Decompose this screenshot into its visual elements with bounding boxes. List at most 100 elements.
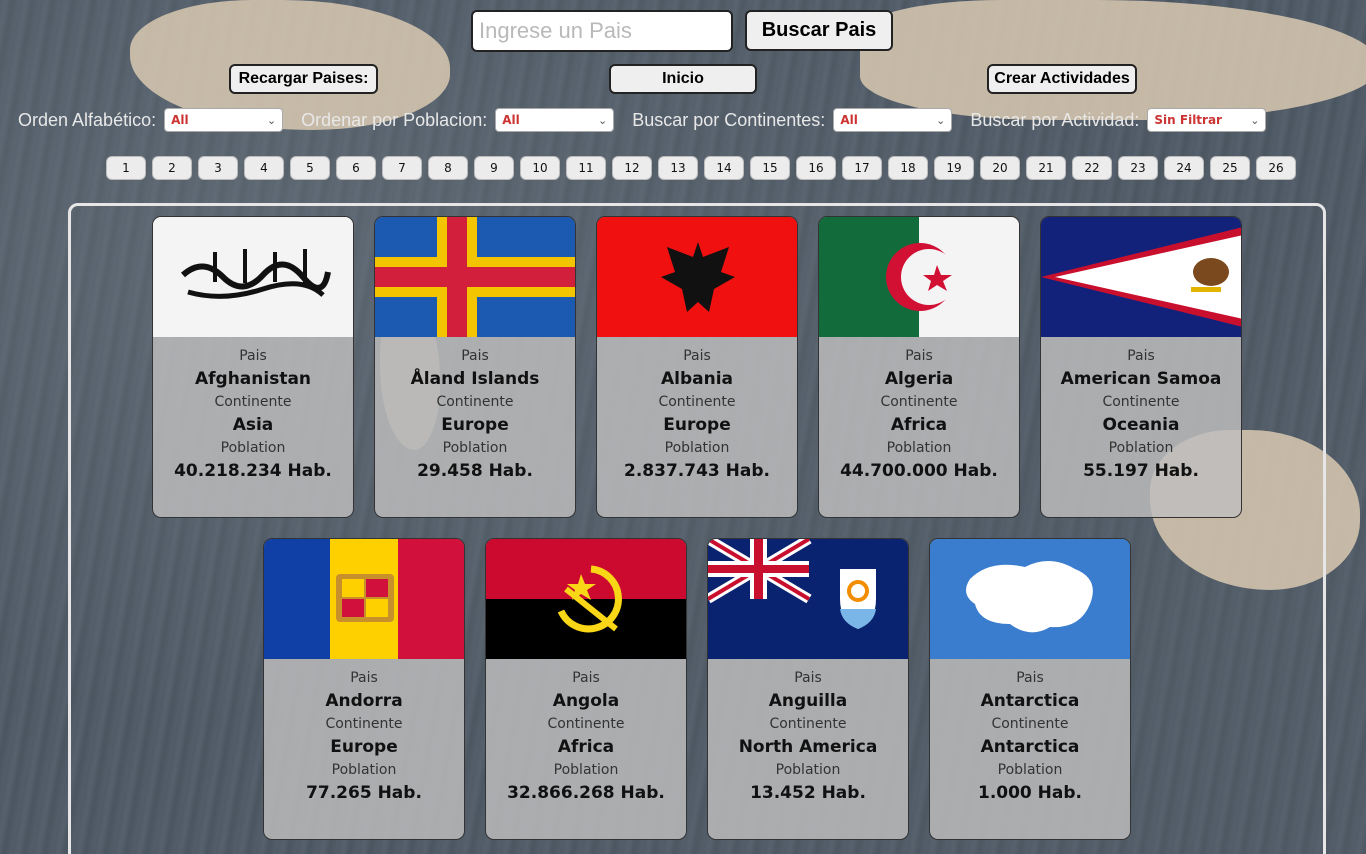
page-button-18[interactable]: 18 [888,156,928,180]
country-name: Afghanistan [194,369,312,389]
population-label: Poblation [331,762,397,778]
continent-label: Continente [436,394,514,410]
country-label: Pais [905,348,933,364]
population-value: 77.265 Hab. [306,783,422,803]
country-card[interactable]: Pais Algeria Continente Africa Poblation… [818,216,1020,518]
page-button-14[interactable]: 14 [704,156,744,180]
country-card[interactable]: Pais Angola Continente Africa Poblation … [485,538,687,840]
activity-filter-value: Sin Filtrar [1154,113,1222,127]
activity-filter-select[interactable]: Sin Filtrar ⌄ [1147,108,1267,132]
alpha-order-value: All [171,113,189,127]
page-button-4[interactable]: 4 [244,156,284,180]
country-card[interactable]: Pais Andorra Continente Europe Poblation… [263,538,465,840]
country-name: American Samoa [1060,369,1222,389]
population-label: Poblation [1108,440,1174,456]
page-button-6[interactable]: 6 [336,156,376,180]
population-value: 55.197 Hab. [1083,461,1199,481]
country-name: Andorra [325,691,403,711]
continent-value: Antarctica [980,737,1080,757]
country-name: Albania [660,369,734,389]
population-label: Poblation [553,762,619,778]
country-card[interactable]: Pais Anguilla Continente North America P… [707,538,909,840]
filter-label-activity: Buscar por Actividad: [970,109,1140,130]
country-name: Antarctica [980,691,1080,711]
population-label: Poblation [220,440,286,456]
page-button-24[interactable]: 24 [1164,156,1204,180]
country-label: Pais [461,348,489,364]
page-button-15[interactable]: 15 [750,156,790,180]
page-button-16[interactable]: 16 [796,156,836,180]
country-label: Pais [1127,348,1155,364]
chevron-down-icon: ⌄ [597,113,608,127]
country-card[interactable]: Pais Antarctica Continente Antarctica Po… [929,538,1131,840]
create-activities-button[interactable]: Crear Actividades [987,64,1137,94]
page-button-3[interactable]: 3 [198,156,238,180]
country-label: Pais [794,670,822,686]
population-label: Poblation [997,762,1063,778]
page-button-7[interactable]: 7 [382,156,422,180]
page-button-5[interactable]: 5 [290,156,330,180]
flag-image [264,539,464,659]
page-button-21[interactable]: 21 [1026,156,1066,180]
page-button-20[interactable]: 20 [980,156,1020,180]
page-button-19[interactable]: 19 [934,156,974,180]
page-button-2[interactable]: 2 [152,156,192,180]
country-name: Algeria [884,369,954,389]
page-button-22[interactable]: 22 [1072,156,1112,180]
country-label: Pais [1016,670,1044,686]
flag-image [819,217,1019,337]
continent-label: Continente [991,716,1069,732]
country-card[interactable]: Pais American Samoa Continente Oceania P… [1040,216,1242,518]
country-label: Pais [572,670,600,686]
population-order-select[interactable]: All ⌄ [495,108,615,132]
page-button-11[interactable]: 11 [566,156,606,180]
continent-label: Continente [658,394,736,410]
country-name: Angola [552,691,620,711]
continent-label: Continente [769,716,847,732]
page-button-10[interactable]: 10 [520,156,560,180]
continent-value: Europe [663,415,731,435]
continent-filter-value: All [840,113,858,127]
home-button[interactable]: Inicio [609,64,757,94]
population-order-value: All [502,113,520,127]
continent-value: Europe [441,415,509,435]
population-value: 44.700.000 Hab. [840,461,998,481]
population-value: 13.452 Hab. [750,783,866,803]
continent-value: North America [738,737,878,757]
page-button-9[interactable]: 9 [474,156,514,180]
country-card[interactable]: Pais Åland Islands Continente Europe Pob… [374,216,576,518]
country-card[interactable]: Pais Albania Continente Europe Poblation… [596,216,798,518]
continent-value: Oceania [1102,415,1180,435]
page-button-1[interactable]: 1 [106,156,146,180]
page-button-12[interactable]: 12 [612,156,652,180]
reload-countries-button[interactable]: Recargar Paises: [229,64,378,94]
filter-label-alpha: Orden Alfabético: [18,109,157,130]
search-button[interactable]: Buscar Pais [745,10,893,51]
continent-filter-select[interactable]: All ⌄ [833,108,953,132]
filter-label-population: Ordenar por Poblacion: [301,109,488,130]
search-input[interactable] [471,10,733,52]
page-button-13[interactable]: 13 [658,156,698,180]
page-button-25[interactable]: 25 [1210,156,1250,180]
continent-label: Continente [325,716,403,732]
flag-image [930,539,1130,659]
population-value: 40.218.234 Hab. [174,461,332,481]
country-label: Pais [683,348,711,364]
chevron-down-icon: ⌄ [1250,113,1260,127]
alpha-order-select[interactable]: All ⌄ [164,108,284,132]
population-value: 29.458 Hab. [417,461,533,481]
continent-value: Europe [330,737,398,757]
page-button-8[interactable]: 8 [428,156,468,180]
flag-image [375,217,575,337]
country-name: Åland Islands [410,369,540,389]
page-button-23[interactable]: 23 [1118,156,1158,180]
page-button-26[interactable]: 26 [1256,156,1296,180]
country-name: Anguilla [768,691,848,711]
population-label: Poblation [886,440,952,456]
continent-label: Continente [880,394,958,410]
country-card[interactable]: Pais Afghanistan Continente Asia Poblati… [152,216,354,518]
population-value: 2.837.743 Hab. [624,461,770,481]
page-button-17[interactable]: 17 [842,156,882,180]
country-label: Pais [350,670,378,686]
pagination: 1 2 3 4 5 6 7 8 9 10 11 12 13 14 15 16 1… [106,156,1296,180]
